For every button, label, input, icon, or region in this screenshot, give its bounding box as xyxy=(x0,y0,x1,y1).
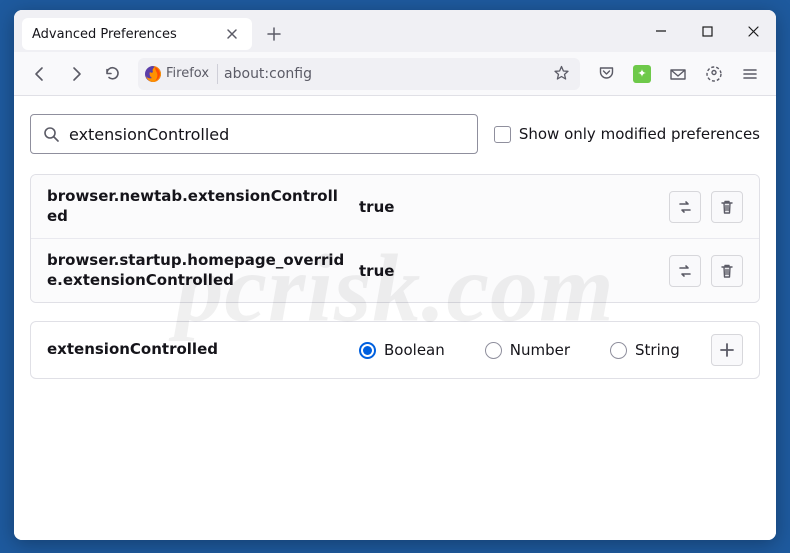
radio-label: String xyxy=(635,341,680,359)
new-pref-name: extensionControlled xyxy=(47,340,347,360)
add-pref-button[interactable] xyxy=(711,334,743,366)
show-modified-label: Show only modified preferences xyxy=(519,125,760,143)
config-search-box[interactable] xyxy=(30,114,478,154)
forward-button[interactable] xyxy=(60,58,92,90)
pref-row[interactable]: browser.newtab.extensionControlled true xyxy=(31,175,759,238)
app-menu-button[interactable] xyxy=(734,58,766,90)
radio-number[interactable]: Number xyxy=(485,341,570,359)
search-row: Show only modified preferences xyxy=(30,114,760,154)
radio-icon xyxy=(610,342,627,359)
navigation-toolbar: Firefox about:config ✦ xyxy=(14,52,776,96)
browser-tab[interactable]: Advanced Preferences xyxy=(22,18,252,50)
pref-list: browser.newtab.extensionControlled true … xyxy=(30,174,760,303)
firefox-icon xyxy=(144,65,162,83)
window-controls xyxy=(638,10,776,52)
inbox-icon[interactable] xyxy=(662,58,694,90)
site-identity[interactable]: Firefox xyxy=(144,64,218,84)
new-tab-button[interactable] xyxy=(258,18,290,50)
maximize-button[interactable] xyxy=(684,10,730,52)
extension-icon[interactable]: ✦ xyxy=(626,58,658,90)
tab-title: Advanced Preferences xyxy=(32,27,177,42)
toggle-button[interactable] xyxy=(669,191,701,223)
pref-actions xyxy=(669,191,743,223)
search-icon xyxy=(43,126,59,142)
delete-button[interactable] xyxy=(711,191,743,223)
account-icon[interactable] xyxy=(698,58,730,90)
pref-value: true xyxy=(359,262,657,280)
type-radio-group: Boolean Number String xyxy=(359,341,699,359)
pref-row[interactable]: browser.startup.homepage_override.extens… xyxy=(31,238,759,302)
pref-name: browser.startup.homepage_override.extens… xyxy=(47,251,347,290)
close-tab-icon[interactable] xyxy=(222,24,242,44)
url-bar[interactable]: Firefox about:config xyxy=(138,58,580,90)
pocket-icon[interactable] xyxy=(590,58,622,90)
minimize-button[interactable] xyxy=(638,10,684,52)
back-button[interactable] xyxy=(24,58,56,90)
radio-label: Boolean xyxy=(384,341,445,359)
about-config-content: Show only modified preferences browser.n… xyxy=(14,96,776,540)
identity-label: Firefox xyxy=(166,66,209,81)
radio-label: Number xyxy=(510,341,570,359)
window-close-button[interactable] xyxy=(730,10,776,52)
checkbox-icon xyxy=(494,126,511,143)
reload-button[interactable] xyxy=(96,58,128,90)
radio-icon xyxy=(485,342,502,359)
pref-name: browser.newtab.extensionControlled xyxy=(47,187,347,226)
show-modified-toggle[interactable]: Show only modified preferences xyxy=(494,125,760,143)
new-pref-row: extensionControlled Boolean Number Strin… xyxy=(30,321,760,379)
pref-value: true xyxy=(359,198,657,216)
radio-string[interactable]: String xyxy=(610,341,680,359)
radio-boolean[interactable]: Boolean xyxy=(359,341,445,359)
pref-actions xyxy=(669,255,743,287)
browser-window: Advanced Preferences xyxy=(14,10,776,540)
radio-icon xyxy=(359,342,376,359)
url-text: about:config xyxy=(224,66,542,82)
delete-button[interactable] xyxy=(711,255,743,287)
config-search-input[interactable] xyxy=(69,125,465,144)
bookmark-star-icon[interactable] xyxy=(548,58,574,90)
titlebar: Advanced Preferences xyxy=(14,10,776,52)
toggle-button[interactable] xyxy=(669,255,701,287)
